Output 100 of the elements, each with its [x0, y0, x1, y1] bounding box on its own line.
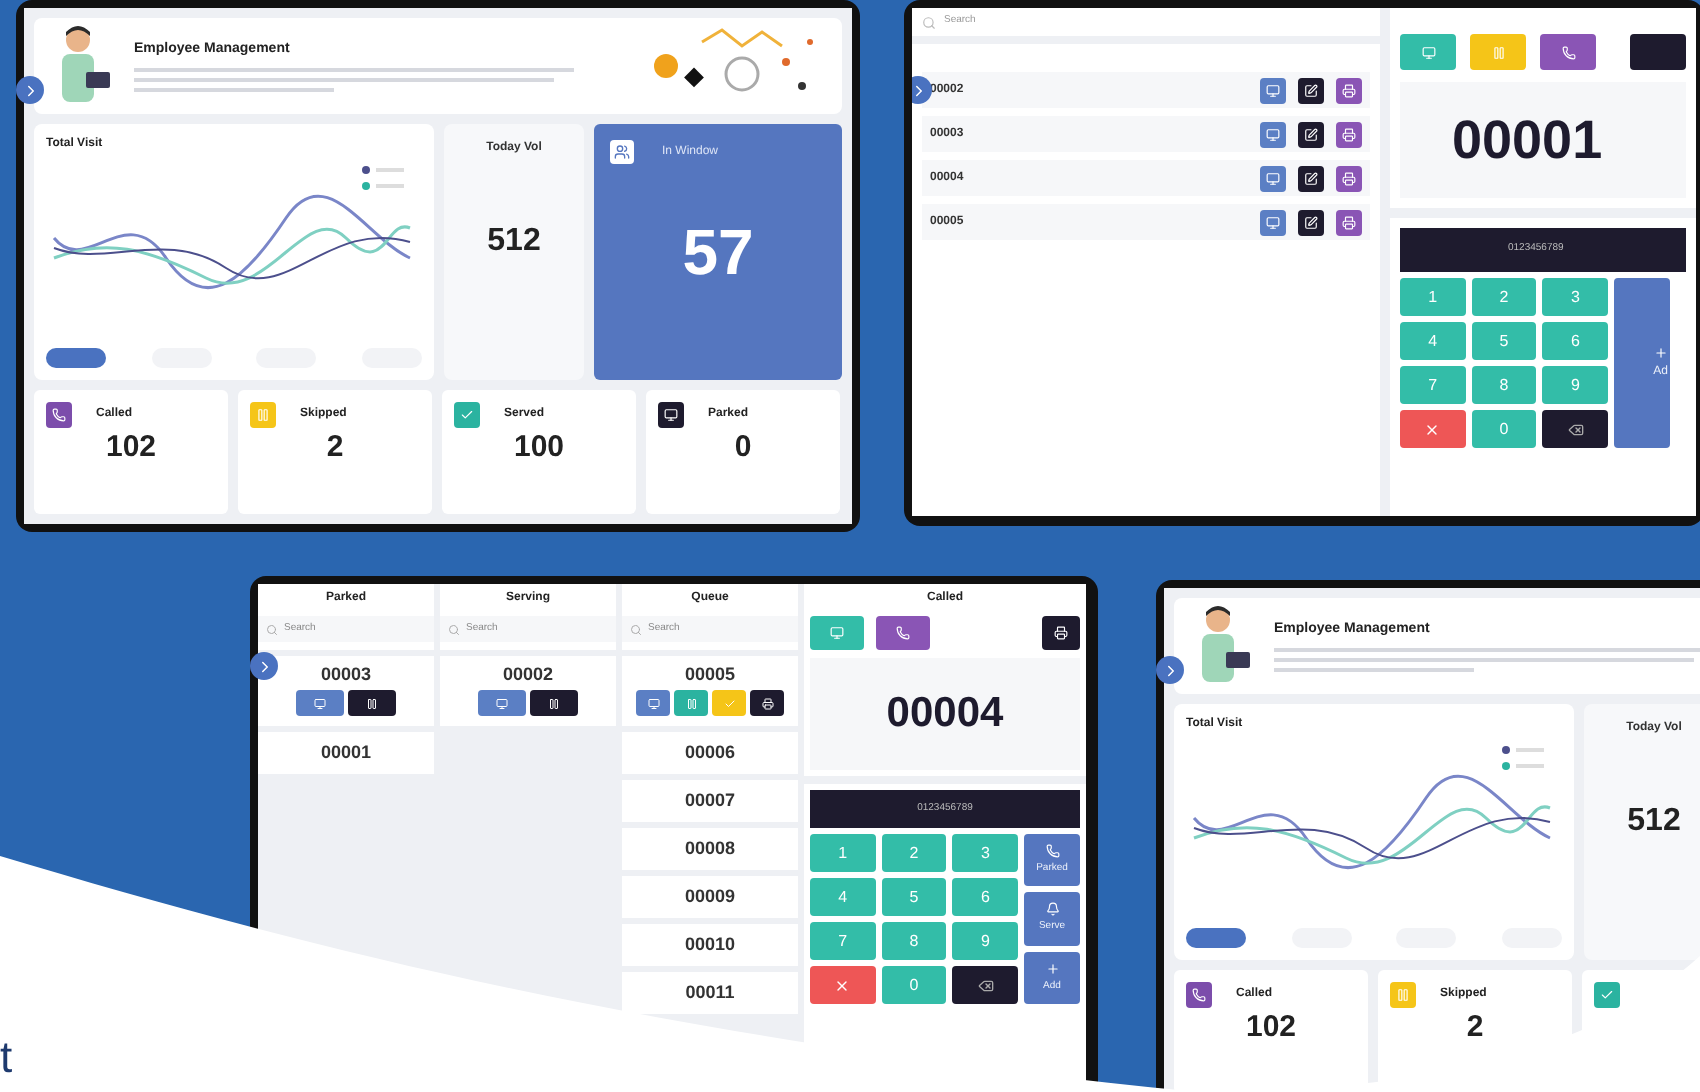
legend-dot-icon: [362, 182, 370, 190]
keypad-key[interactable]: 1: [1400, 278, 1466, 316]
sidebar-toggle-button[interactable]: [912, 76, 932, 104]
edit-icon: [1304, 171, 1318, 185]
action-icon-button[interactable]: [750, 690, 784, 716]
keypad-key[interactable]: 5: [881, 878, 947, 916]
ticket-number: 00002: [502, 666, 554, 684]
keypad-key[interactable]: 2: [1471, 278, 1537, 316]
keypad-key[interactable]: 6: [1542, 322, 1608, 360]
backspace-key[interactable]: [1542, 410, 1608, 448]
keypad-key[interactable]: 4: [1400, 322, 1466, 360]
ticket-card[interactable]: 00010: [622, 924, 798, 966]
phone-icon: [1561, 45, 1575, 59]
monitor-icon: [647, 697, 659, 709]
stat-value: 2: [1464, 1012, 1486, 1042]
ticket-card[interactable]: 00003: [258, 656, 434, 726]
keypad-key[interactable]: 5: [1471, 322, 1537, 360]
ticket-number: 00006: [684, 744, 736, 762]
keypad-key[interactable]: 8: [1471, 366, 1537, 404]
clear-key[interactable]: [1400, 410, 1466, 448]
sidebar-toggle-button[interactable]: [1156, 656, 1184, 684]
heading-text-fragment: t: [0, 1036, 13, 1080]
check-icon: [723, 697, 735, 709]
pause-icon: [366, 697, 378, 709]
action-icon-button[interactable]: [530, 690, 578, 716]
legend-dot-icon: [1502, 746, 1510, 754]
monitor-icon: [1266, 215, 1280, 229]
plus-icon: [1654, 345, 1668, 359]
stat-value: 102: [1243, 1012, 1299, 1042]
ticket-number: 00001: [320, 744, 372, 762]
keypad-key[interactable]: 9: [952, 922, 1018, 960]
ticket-card[interactable]: 00007: [622, 780, 798, 822]
action-icon-button[interactable]: [1298, 77, 1324, 103]
keypad-key[interactable]: 0: [1471, 410, 1537, 448]
ticket-card[interactable]: 00011: [622, 972, 798, 1014]
close-icon: [1424, 421, 1441, 437]
monitor-icon: [1266, 83, 1280, 97]
keypad-key[interactable]: 3: [1542, 278, 1608, 316]
keypad-key[interactable]: 9: [1542, 366, 1608, 404]
sidebar-toggle-button[interactable]: [250, 652, 278, 680]
today-value: 512: [487, 222, 541, 262]
ticket-number: 00008: [684, 840, 736, 858]
keypad-key[interactable]: 8: [881, 922, 947, 960]
ticket-card[interactable]: 00009: [622, 876, 798, 918]
edit-icon: [1304, 127, 1318, 141]
stat-value: 0: [732, 432, 754, 462]
filter-pill-button[interactable]: [1186, 928, 1246, 948]
filter-pill-button[interactable]: [46, 348, 106, 368]
monitor-icon: [1266, 127, 1280, 141]
close-icon: [834, 977, 851, 993]
backspace-icon: [1567, 421, 1584, 437]
clear-key[interactable]: [810, 966, 876, 1004]
keypad-key[interactable]: 4: [810, 878, 876, 916]
monitor-icon: [830, 626, 844, 640]
printer-icon: [761, 697, 773, 709]
action-icon-button[interactable]: [348, 690, 396, 716]
keypad-key[interactable]: 7: [810, 922, 876, 960]
monitor-icon: [314, 697, 326, 709]
bell-icon: [1045, 902, 1059, 917]
printer-icon: [1342, 215, 1356, 229]
keypad-key[interactable]: 3: [952, 834, 1018, 872]
stat-value: 102: [103, 432, 159, 462]
search-icon: [922, 15, 936, 29]
keypad-key[interactable]: 7: [1400, 366, 1466, 404]
printer-icon: [1342, 171, 1356, 185]
printer-icon: [1342, 127, 1356, 141]
keypad-key[interactable]: 0: [881, 966, 947, 1004]
printer-icon: [1342, 83, 1356, 97]
action-icon-button[interactable]: [1298, 209, 1324, 235]
search-icon: [448, 623, 460, 635]
monitor-icon: [1266, 171, 1280, 185]
edit-icon: [1304, 215, 1318, 229]
pause-icon: [548, 697, 560, 709]
pause-icon: [685, 697, 697, 709]
search-icon: [630, 623, 642, 635]
current-ticket-number: 00004: [810, 658, 1080, 770]
today-value: 512: [1627, 802, 1681, 842]
plus-icon: [1045, 961, 1059, 976]
ticket-number: 00007: [684, 792, 736, 810]
phone-icon: [896, 626, 910, 640]
ticket-number: 00010: [684, 936, 736, 954]
sidebar-toggle-button[interactable]: [16, 76, 44, 104]
action-icon-button[interactable]: [1298, 121, 1324, 147]
keypad-key[interactable]: 2: [881, 834, 947, 872]
ticket-card[interactable]: 00008: [622, 828, 798, 870]
phone-icon: [1045, 843, 1059, 858]
chevron-right-icon: [912, 81, 927, 99]
ticket-number: 00005: [684, 666, 736, 684]
ticket-card[interactable]: 00001: [258, 732, 434, 774]
edit-icon: [1304, 83, 1318, 97]
ticket-card[interactable]: 00005: [622, 656, 798, 726]
keypad-key[interactable]: 6: [952, 878, 1018, 916]
action-icon-button[interactable]: [1298, 165, 1324, 191]
action-icon-button[interactable]: [1042, 616, 1080, 650]
keypad-key[interactable]: 1: [810, 834, 876, 872]
ticket-card[interactable]: 00002: [440, 656, 616, 726]
backspace-key[interactable]: [952, 966, 1018, 1004]
current-ticket-number: 00001: [1400, 82, 1686, 198]
ticket-card[interactable]: 00006: [622, 732, 798, 774]
printer-icon: [1054, 626, 1068, 640]
